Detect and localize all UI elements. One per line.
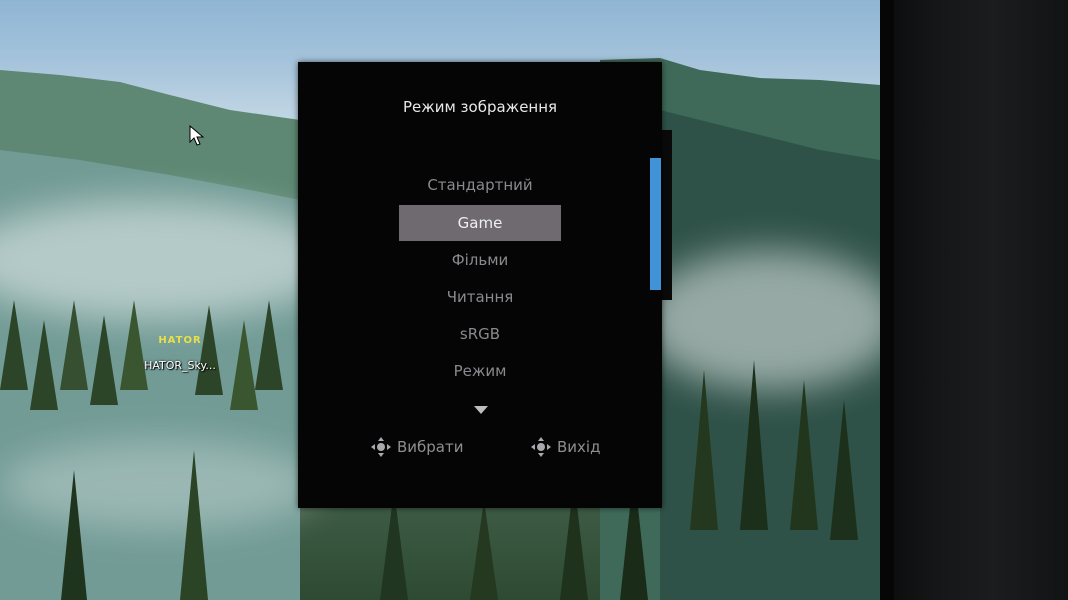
- osd-side-notch: [662, 130, 672, 300]
- menu-item-reading[interactable]: Читання: [399, 279, 561, 315]
- tree: [0, 300, 28, 390]
- osd-scrollbar[interactable]: [650, 158, 661, 290]
- joystick-icon: [531, 437, 551, 457]
- hator-logo: HATOR: [158, 335, 202, 346]
- hint-exit[interactable]: Вихід: [530, 432, 600, 462]
- tree: [255, 300, 283, 390]
- tree: [690, 370, 718, 530]
- tree: [470, 500, 498, 600]
- tree: [90, 315, 118, 405]
- desktop-shortcut-label: HATOR_Sky...: [144, 359, 216, 372]
- menu-item-movies[interactable]: Фільми: [399, 242, 561, 278]
- desktop-shortcut-hator[interactable]: HATOR HATOR_Sky...: [140, 325, 220, 387]
- tree: [230, 320, 258, 410]
- menu-item-game[interactable]: Game: [399, 205, 561, 241]
- mouse-cursor-icon: [189, 125, 205, 146]
- menu-item-standard[interactable]: Стандартний: [399, 167, 561, 203]
- tree: [180, 450, 208, 600]
- monitor-bezel-edge: [880, 0, 894, 600]
- monitor-bezel: [880, 0, 1068, 600]
- hint-select[interactable]: Вибрати: [370, 432, 464, 462]
- osd-picture-mode-menu: Режим зображення Стандартний Game Фільми…: [298, 62, 662, 508]
- tree: [30, 320, 58, 410]
- tree: [740, 360, 768, 530]
- tree: [790, 380, 818, 530]
- tree: [60, 300, 88, 390]
- tree: [60, 470, 88, 600]
- hint-exit-label: Вихід: [557, 438, 601, 456]
- tree: [830, 400, 858, 540]
- osd-title: Режим зображення: [402, 98, 558, 116]
- chevron-down-icon[interactable]: [474, 406, 488, 414]
- hint-select-label: Вибрати: [397, 438, 464, 456]
- fog-cloud: [0, 440, 320, 530]
- joystick-icon: [371, 437, 391, 457]
- menu-item-srgb[interactable]: sRGB: [399, 316, 561, 352]
- menu-item-mode[interactable]: Режим: [399, 353, 561, 389]
